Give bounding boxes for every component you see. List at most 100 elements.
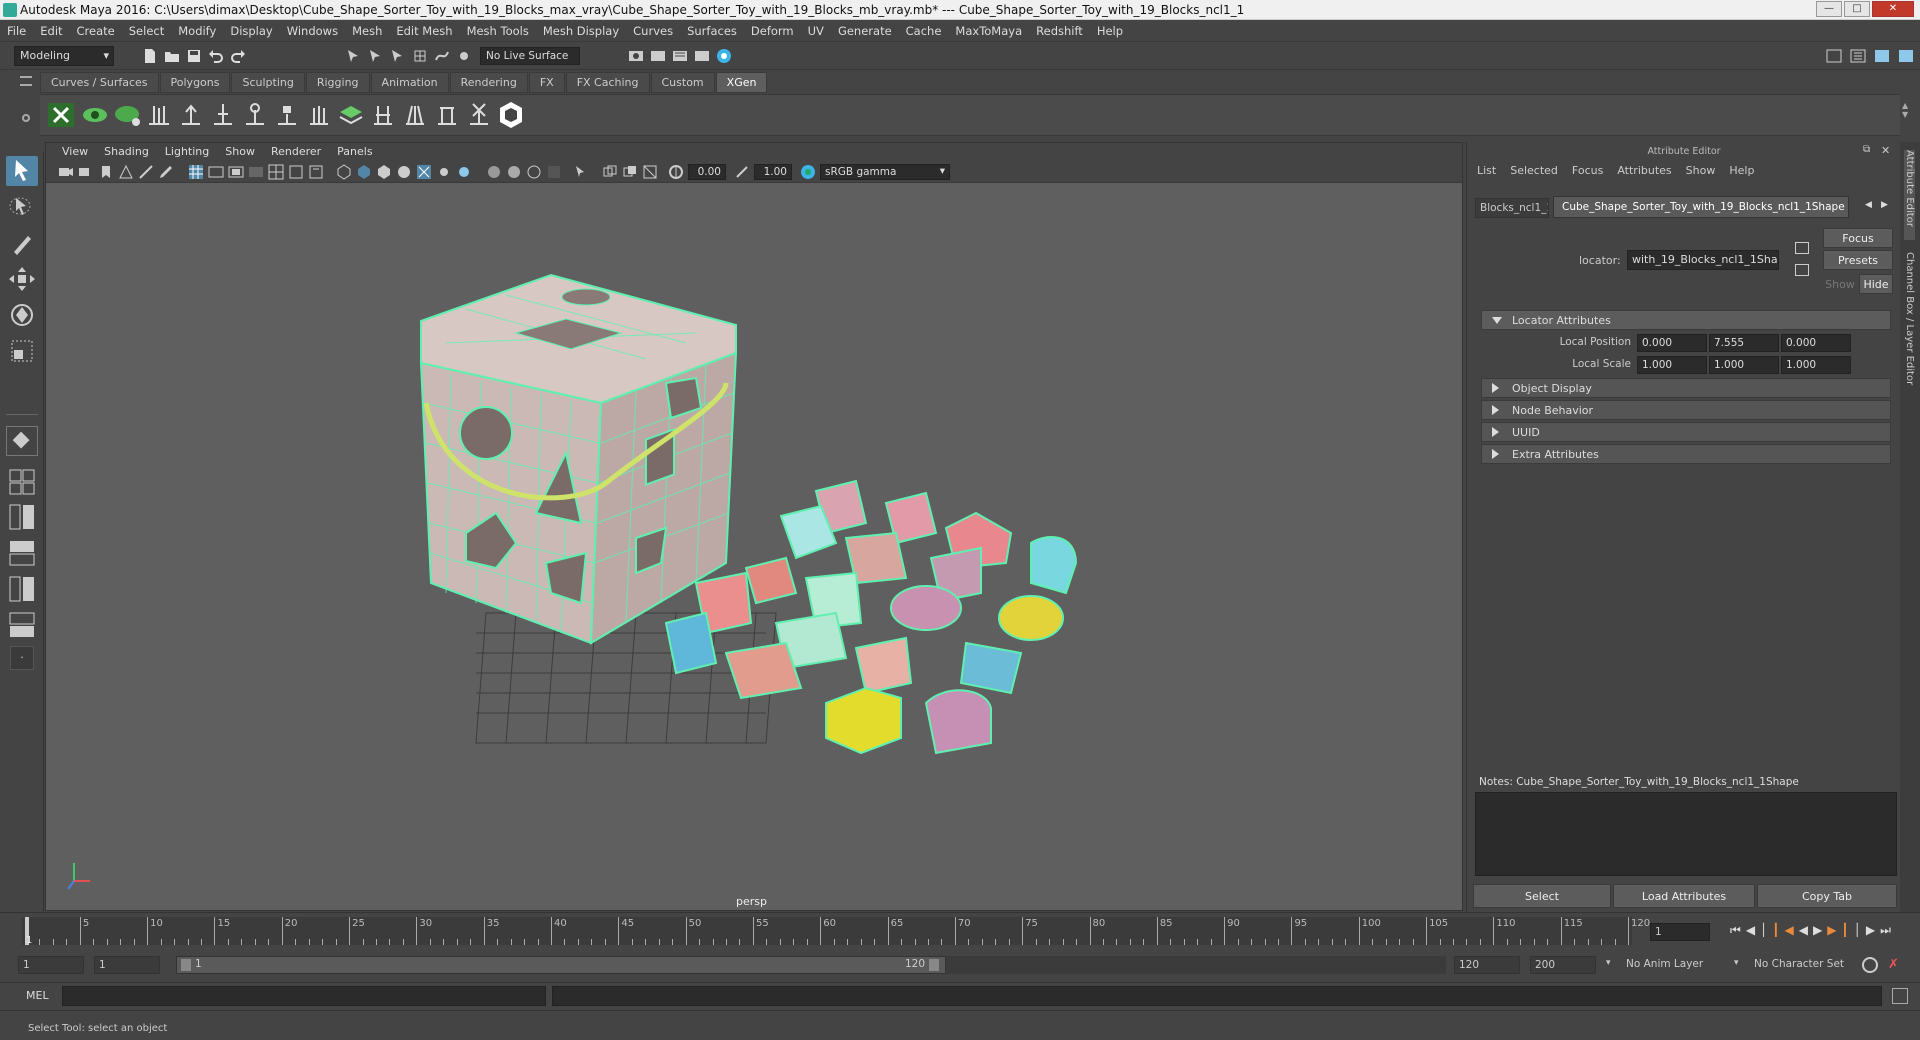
animation-end-field[interactable]: 200 (1530, 956, 1596, 974)
channel-box-side-tab[interactable]: Channel Box / Layer Editor (1904, 252, 1915, 392)
2d-pan-zoom-icon[interactable] (138, 164, 154, 180)
hide-button[interactable]: Hide (1859, 274, 1893, 294)
ae-menu-list[interactable]: List (1477, 164, 1496, 177)
cut-guides-icon[interactable] (368, 100, 398, 130)
select-hierarchy-icon[interactable] (346, 48, 362, 64)
command-input[interactable] (62, 986, 546, 1006)
backface-culling-icon[interactable] (642, 164, 658, 180)
exposure-field[interactable]: 0.00 (688, 164, 726, 180)
single-pane-layout-icon[interactable] (6, 426, 38, 456)
smooth-shade-icon[interactable] (356, 164, 372, 180)
time-slider[interactable]: 1510152025303540455055606570758085909510… (0, 912, 1920, 948)
close-panel-icon[interactable]: ✕ (1881, 144, 1890, 157)
menu-set-dropdown[interactable]: Modeling ▾ (14, 46, 114, 66)
load-attributes-button[interactable]: Load Attributes (1613, 884, 1755, 908)
select-component-icon[interactable] (390, 48, 406, 64)
shelf-tab-xgen[interactable]: XGen (715, 72, 768, 93)
hypershade-layout-icon[interactable] (6, 574, 38, 604)
hypershade-icon[interactable] (694, 48, 710, 64)
gamma-field[interactable]: 1.00 (754, 164, 792, 180)
anim-layer-dropdown[interactable]: No Anim Layer (1622, 956, 1742, 974)
shadows-icon[interactable] (456, 164, 472, 180)
step-forward-icon[interactable]: │▶ (1854, 923, 1880, 937)
menu-modify[interactable]: Modify (171, 20, 223, 42)
vp-menu-renderer[interactable]: Renderer (263, 143, 329, 160)
safe-title-icon[interactable] (308, 164, 324, 180)
notes-textarea[interactable] (1475, 792, 1897, 876)
scale-tool-icon[interactable] (6, 336, 38, 366)
local-scale-x-field[interactable]: 1.000 (1637, 356, 1707, 374)
render-settings-icon[interactable] (672, 48, 688, 64)
section-uuid[interactable]: UUID (1481, 422, 1891, 442)
menu-help[interactable]: Help (1090, 20, 1130, 42)
shelf-tab-custom[interactable]: Custom (650, 72, 715, 93)
menu-edit[interactable]: Edit (33, 20, 69, 42)
step-back-key-icon[interactable]: ┃◀ (1772, 923, 1798, 937)
snap-curve-icon[interactable] (434, 48, 450, 64)
wireframe-icon[interactable] (336, 164, 352, 180)
image-plane-icon[interactable] (118, 164, 134, 180)
playback-start-field[interactable]: 1 (94, 956, 160, 974)
local-position-z-field[interactable]: 0.000 (1781, 334, 1851, 352)
play-back-icon[interactable]: ◀ (1799, 923, 1813, 937)
range-slider[interactable]: 1 120 (176, 956, 946, 974)
vp-menu-shading[interactable]: Shading (96, 143, 157, 160)
film-gate-icon[interactable] (208, 164, 224, 180)
float-panel-icon[interactable]: ⧉ (1863, 144, 1870, 155)
ae-node-tab-transform[interactable]: Blocks_ncl1_1 (1475, 198, 1549, 218)
live-surface-field[interactable]: No Live Surface (480, 47, 580, 65)
ae-menu-help[interactable]: Help (1729, 164, 1754, 177)
safe-action-icon[interactable] (288, 164, 304, 180)
persp-outliner-layout-icon[interactable] (6, 502, 38, 532)
shelf-tab-rendering[interactable]: Rendering (449, 72, 528, 93)
script-language-label[interactable]: MEL (26, 989, 49, 1002)
snap-point-icon[interactable] (456, 48, 472, 64)
render-view-icon[interactable] (716, 48, 732, 64)
save-scene-icon[interactable] (186, 48, 202, 64)
local-position-x-field[interactable]: 0.000 (1637, 334, 1707, 352)
undo-icon[interactable] (208, 48, 224, 64)
current-frame-field[interactable]: 1 (1650, 923, 1710, 941)
menu-edit-mesh[interactable]: Edit Mesh (389, 20, 459, 42)
grid-toggle-icon[interactable] (188, 164, 204, 180)
section-locator-attributes[interactable]: Locator Attributes (1481, 310, 1891, 330)
section-node-behavior[interactable]: Node Behavior (1481, 400, 1891, 420)
local-position-y-field[interactable]: 7.555 (1709, 334, 1779, 352)
resolution-gate-icon[interactable] (228, 164, 244, 180)
layered-guides-icon[interactable] (336, 100, 366, 130)
xray-icon[interactable] (602, 164, 618, 180)
step-back-icon[interactable]: ◀│ (1746, 923, 1772, 937)
select-object-icon[interactable] (368, 48, 384, 64)
paint-select-tool-icon[interactable] (6, 228, 38, 258)
time-ruler[interactable]: 1510152025303540455055606570758085909510… (22, 917, 1650, 945)
attribute-editor-side-tab[interactable]: Attribute Editor (1904, 150, 1915, 240)
menu-mesh-display[interactable]: Mesh Display (536, 20, 626, 42)
shelf-scroll-arrows-icon[interactable]: ▲ ▼ (1902, 101, 1912, 129)
xgen-cleanup-icon[interactable] (112, 100, 142, 130)
groom-guides-icon[interactable] (400, 100, 430, 130)
ae-menu-show[interactable]: Show (1686, 164, 1716, 177)
go-to-start-icon[interactable]: ⏮ (1730, 923, 1746, 937)
local-scale-y-field[interactable]: 1.000 (1709, 356, 1779, 374)
four-pane-layout-icon[interactable] (6, 466, 38, 496)
ipr-render-icon[interactable] (650, 48, 666, 64)
shelf-tab-curves-surfaces[interactable]: Curves / Surfaces (40, 72, 159, 93)
shelf-tab-fx[interactable]: FX (528, 72, 565, 93)
channel-box-toggle-icon[interactable] (1850, 48, 1866, 64)
ae-menu-selected[interactable]: Selected (1510, 164, 1558, 177)
shelf-tab-animation[interactable]: Animation (370, 72, 449, 93)
menu-select[interactable]: Select (122, 20, 171, 42)
menu-uv[interactable]: UV (801, 20, 831, 42)
close-button[interactable]: ✕ (1872, 1, 1914, 17)
place-guides-icon[interactable] (144, 100, 174, 130)
camera-attributes-icon[interactable] (78, 164, 94, 180)
exposure-icon[interactable] (668, 164, 684, 180)
menu-cache[interactable]: Cache (899, 20, 949, 42)
add-guide-icon[interactable] (176, 100, 206, 130)
step-forward-key-icon[interactable]: ▶┃ (1827, 923, 1853, 937)
scene-3d-view[interactable] (46, 183, 1462, 911)
menu-windows[interactable]: Windows (280, 20, 345, 42)
field-chart-icon[interactable] (268, 164, 284, 180)
new-scene-icon[interactable] (142, 48, 158, 64)
depth-of-field-icon[interactable] (546, 164, 562, 180)
